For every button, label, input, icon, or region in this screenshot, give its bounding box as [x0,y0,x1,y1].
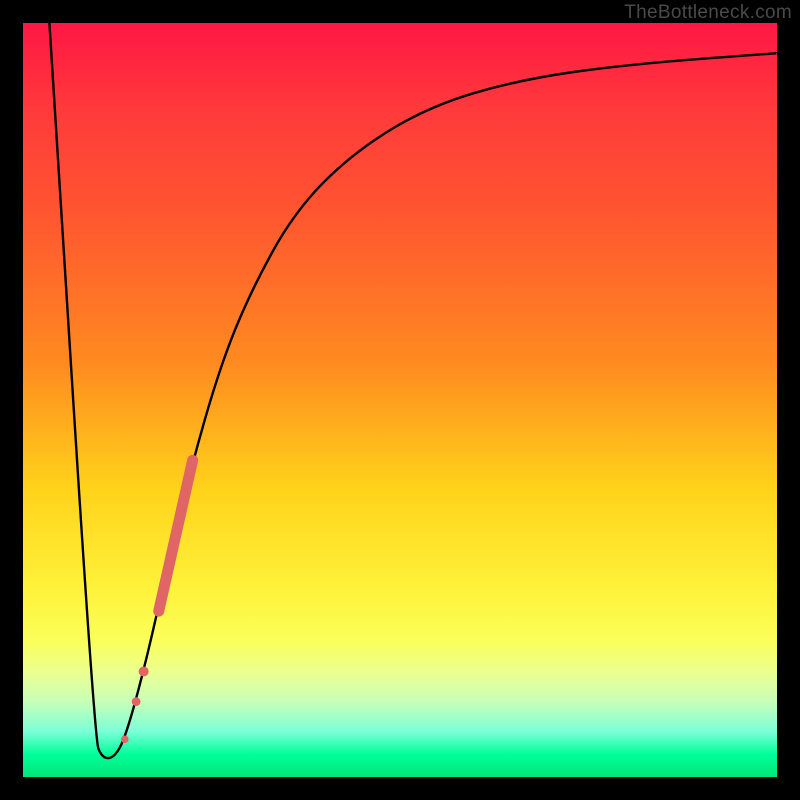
bottleneck-curve [49,23,777,758]
marker-dot [132,697,141,706]
marker-dot [121,736,129,744]
plot-area [23,23,777,777]
chart-frame: TheBottleneck.com [0,0,800,800]
marker-dot [139,666,149,676]
chart-svg [23,23,777,777]
watermark-text: TheBottleneck.com [624,2,792,24]
marker-segment [159,460,193,611]
